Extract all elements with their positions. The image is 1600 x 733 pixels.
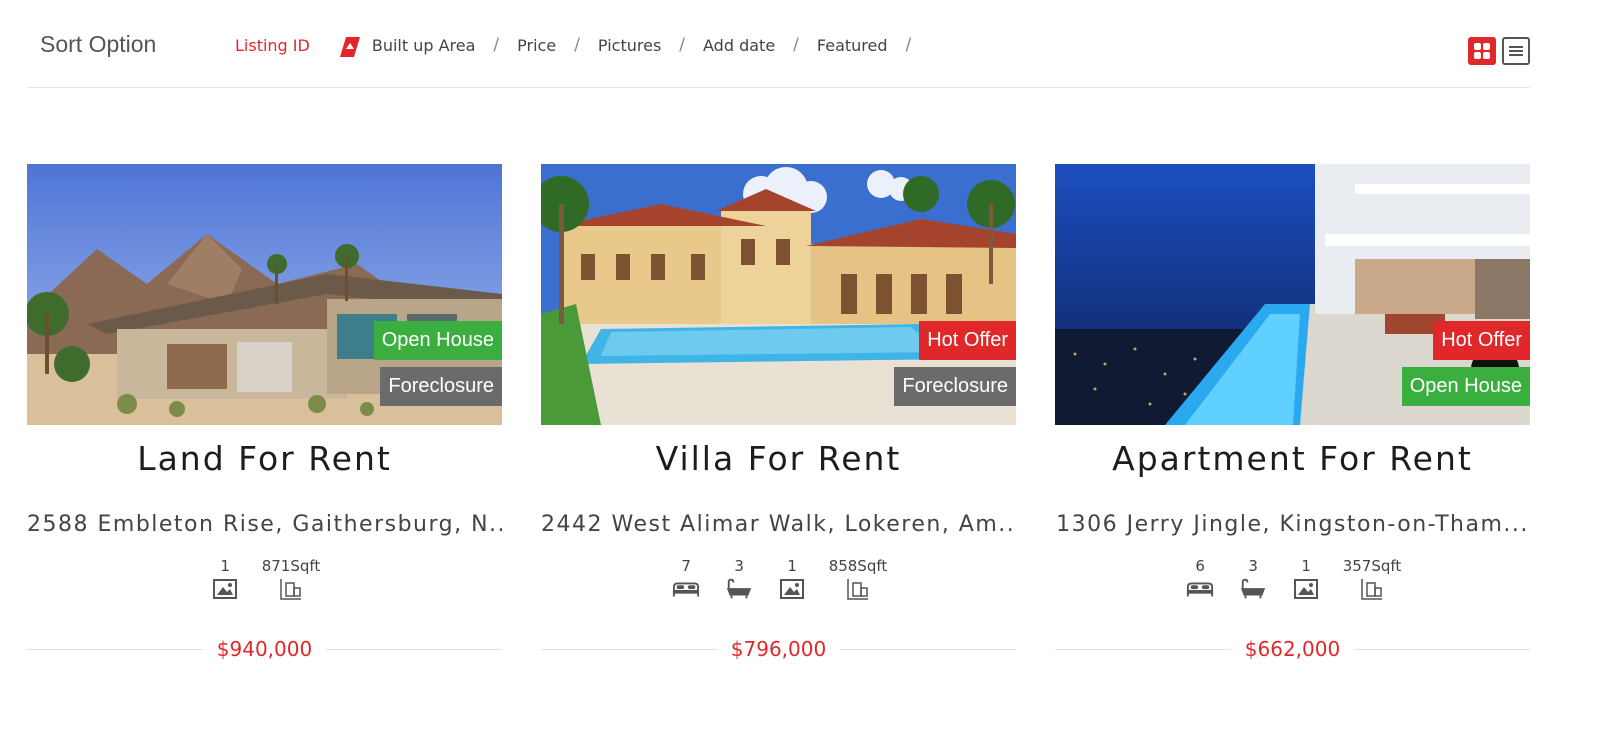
divider [1354, 648, 1530, 650]
feature-pictures: 1 [776, 556, 809, 602]
feature-area: 357Sqft [1342, 556, 1402, 602]
area-icon [844, 576, 872, 602]
listing-title[interactable]: Land For Rent [27, 439, 502, 478]
feature-value: 7 [681, 557, 691, 575]
sort-direction-icon[interactable] [338, 34, 360, 57]
list-view-button[interactable] [1502, 37, 1530, 65]
feature-beds: 6 [1184, 556, 1217, 602]
feature-value: 3 [734, 557, 744, 575]
listing-features: 6 3 1 357Sqft [1055, 556, 1530, 602]
listing-address: 2442 West Alimar Walk, Lokeren, Am... [541, 512, 1016, 537]
feature-area: 858Sqft [828, 556, 888, 602]
price-row: $796,000 [541, 634, 1016, 664]
status-badge: Open House [1401, 367, 1530, 406]
sort-separator: / [793, 35, 799, 55]
divider [27, 648, 203, 650]
listing-title[interactable]: Villa For Rent [541, 439, 1016, 478]
bed-icon [672, 576, 700, 602]
sort-separator: / [574, 35, 580, 55]
listing-photo[interactable]: Hot Offer Open House [1055, 164, 1530, 425]
feature-value: 1 [220, 557, 230, 575]
feature-value: 858Sqft [828, 557, 888, 575]
sort-title: Sort Option [40, 31, 157, 57]
sort-separator: / [679, 35, 686, 55]
feature-value: 3 [1248, 557, 1258, 575]
feature-baths: 3 [723, 556, 756, 602]
sort-options: Listing ID Built up Area / Price / Pictu… [235, 34, 929, 57]
sort-option-price[interactable]: Price [517, 36, 556, 55]
status-badge: Open House [373, 321, 502, 360]
area-icon [277, 576, 305, 602]
divider [326, 648, 502, 650]
bath-icon [1239, 576, 1267, 602]
feature-value: 357Sqft [1342, 557, 1402, 575]
status-badge: Foreclosure [380, 367, 502, 406]
listing-address: 1306 Jerry Jingle, Kingston-on-Tham... [1056, 512, 1529, 537]
feature-value: 1 [1301, 557, 1311, 575]
price-row: $940,000 [27, 634, 502, 664]
status-badge: Hot Offer [919, 321, 1016, 360]
list-view-icon [1509, 46, 1523, 56]
pictures-icon [778, 576, 806, 602]
listing-features: 7 3 1 858Sqft [541, 556, 1016, 602]
bath-icon [725, 576, 753, 602]
listing-features: 1 871Sqft [27, 556, 502, 602]
feature-pictures: 1 [209, 556, 242, 602]
sort-option-listing-id[interactable]: Listing ID [235, 36, 310, 55]
divider [1055, 648, 1231, 650]
sort-bar: Sort Option Listing ID Built up Area / P… [27, 0, 1530, 88]
sort-option-add-date[interactable]: Add date [703, 36, 775, 55]
sort-separator: / [493, 35, 500, 55]
feature-area: 871Sqft [261, 556, 321, 602]
view-toggle [1468, 37, 1530, 65]
feature-value: 871Sqft [261, 557, 321, 575]
listing-price: $662,000 [1244, 637, 1341, 661]
feature-baths: 3 [1237, 556, 1270, 602]
listing-photo[interactable]: Open House Foreclosure [27, 164, 502, 425]
listing-grid: Open House Foreclosure Land For Rent 258… [27, 164, 1530, 684]
sort-option-featured[interactable]: Featured [817, 36, 888, 55]
feature-pictures: 1 [1290, 556, 1323, 602]
listing-price: $796,000 [730, 637, 827, 661]
feature-value: 1 [787, 557, 797, 575]
divider [541, 648, 717, 650]
feature-beds: 7 [670, 556, 703, 602]
grid-view-button[interactable] [1468, 37, 1496, 65]
sort-option-built-up-area[interactable]: Built up Area [372, 36, 476, 55]
listing-photo[interactable]: Hot Offer Foreclosure [541, 164, 1016, 425]
area-icon [1358, 576, 1386, 602]
price-row: $662,000 [1055, 634, 1530, 664]
pictures-icon [1292, 576, 1320, 602]
sort-option-pictures[interactable]: Pictures [598, 36, 661, 55]
divider [840, 648, 1016, 650]
listing-price: $940,000 [216, 637, 313, 661]
sort-separator: / [905, 35, 912, 55]
status-badge: Foreclosure [894, 367, 1016, 406]
listing-card[interactable]: Open House Foreclosure Land For Rent 258… [27, 164, 502, 674]
status-badge: Hot Offer [1433, 321, 1530, 360]
feature-value: 6 [1195, 557, 1205, 575]
listing-card[interactable]: Hot Offer Foreclosure Villa For Rent 244… [541, 164, 1016, 674]
pictures-icon [211, 576, 239, 602]
listing-card[interactable]: Hot Offer Open House Apartment For Rent … [1055, 164, 1530, 674]
bed-icon [1186, 576, 1214, 602]
grid-view-icon [1474, 43, 1490, 59]
listing-address: 2588 Embleton Rise, Gaithersburg, N... [27, 512, 502, 537]
listing-title[interactable]: Apartment For Rent [1055, 439, 1530, 478]
